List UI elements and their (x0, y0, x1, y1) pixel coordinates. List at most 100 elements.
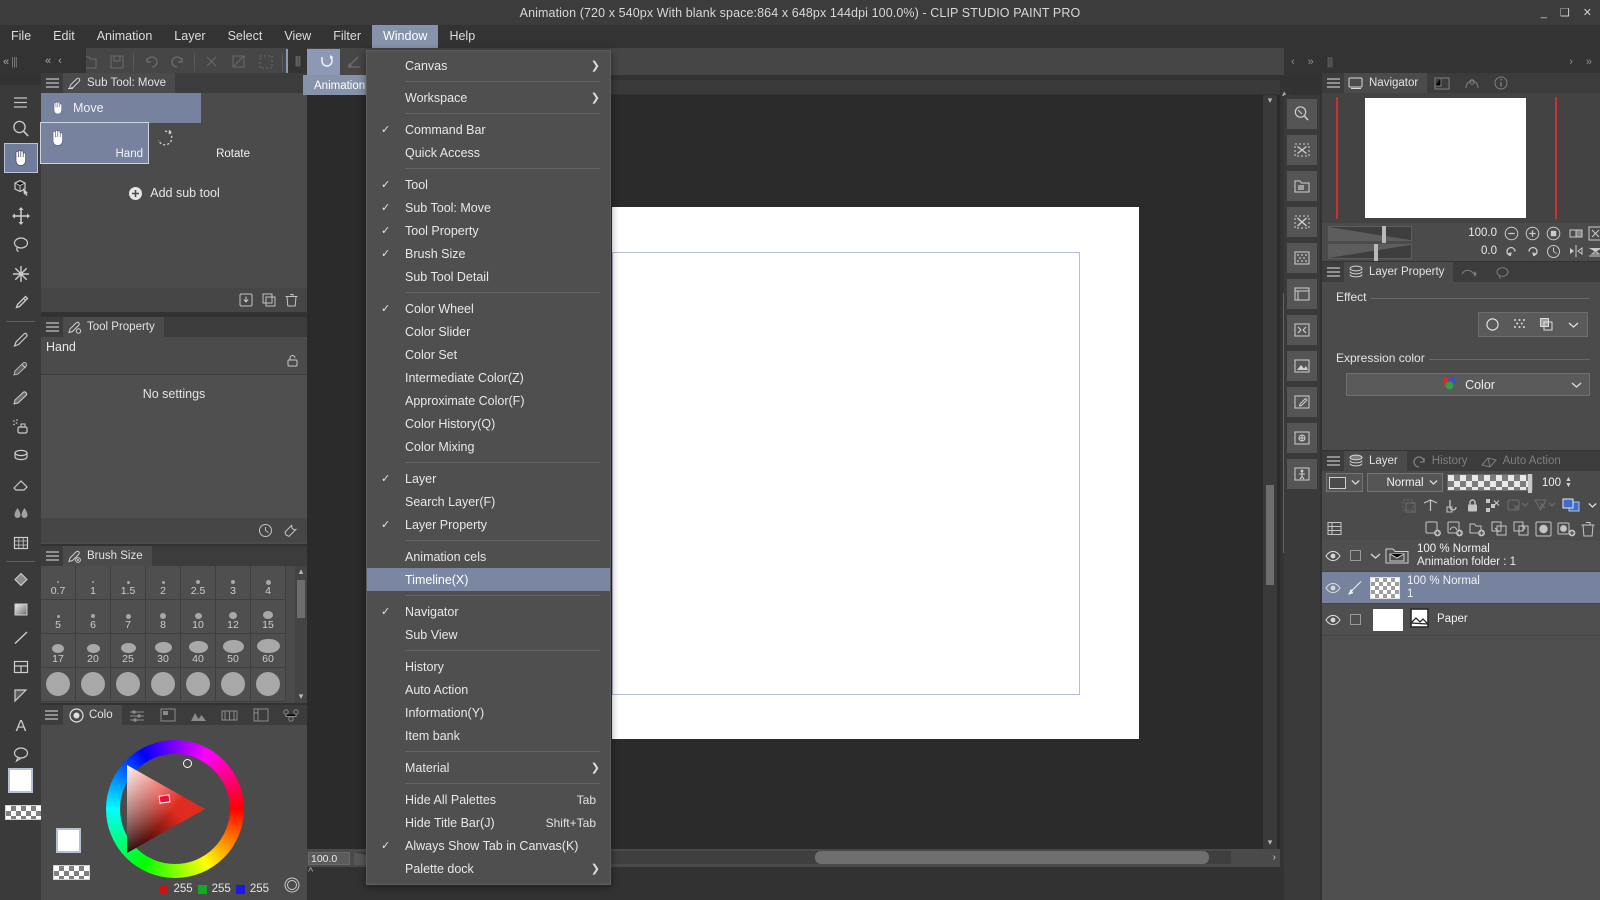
window-menu-item-intermediate-color-z[interactable]: Intermediate Color(Z) (367, 366, 610, 389)
move-layer-tool[interactable] (5, 202, 37, 230)
wrench-icon[interactable] (283, 523, 298, 538)
sub-tool-rotate[interactable]: Rotate (148, 123, 255, 163)
apply-mask-icon[interactable] (1557, 521, 1576, 537)
color-wheel-tab[interactable]: Colo (62, 705, 122, 725)
eye-icon[interactable] (1322, 582, 1344, 594)
window-dropdown-menu[interactable]: Canvas ❯ Workspace ❯ ✓ Command Bar Quick Acces… (366, 50, 611, 885)
window-menu-item-hide-all-palettes[interactable]: Hide All Palettes Tab (367, 788, 610, 811)
layer-color-swatch[interactable] (1326, 473, 1363, 492)
window-menu-item-always-show-tab-in-canvas-k[interactable]: ✓ Always Show Tab in Canvas(K) (367, 834, 610, 857)
menu-window[interactable]: Window (371, 25, 439, 48)
eraser-tool[interactable] (5, 471, 37, 499)
gradient-tool[interactable] (5, 595, 37, 623)
show-hide-transparent-icon[interactable] (1507, 498, 1529, 513)
eye-icon[interactable] (1322, 614, 1344, 626)
brush-size-cell[interactable]: 25 (111, 634, 146, 668)
brush-size-cell[interactable]: 50 (216, 634, 251, 668)
reset-icon[interactable] (258, 523, 273, 538)
window-menu-item-palette-dock[interactable]: Palette dock ❯ (367, 857, 610, 880)
airbrush-tool[interactable] (5, 413, 37, 441)
brush-size-cell[interactable]: 8 (146, 600, 181, 634)
hand-tool[interactable] (3, 143, 38, 173)
color-slider-tab[interactable] (121, 705, 153, 725)
brush-tool[interactable] (5, 384, 37, 412)
color-panel-hamburger-icon[interactable] (41, 705, 63, 725)
navigator-reset-rotation-icon[interactable] (1546, 244, 1561, 262)
brush-size-cell[interactable]: 17 (41, 634, 76, 668)
sub-tool-hamburger-icon[interactable] (41, 73, 63, 93)
color-mixing-tab[interactable] (245, 705, 277, 725)
navigator-preview[interactable] (1322, 93, 1600, 223)
effect-border-icon[interactable] (1533, 313, 1560, 336)
brush-size-cell[interactable]: 12 (216, 600, 251, 634)
menu-layer[interactable]: Layer (163, 25, 216, 48)
clear-selection-icon[interactable] (1287, 135, 1317, 165)
sub-view-tab[interactable] (1427, 73, 1458, 93)
shrink-selection-icon[interactable] (1287, 315, 1317, 345)
window-menu-item-layer-property[interactable]: ✓ Layer Property (367, 513, 610, 536)
menu-file[interactable]: File (0, 25, 42, 48)
right-dock-grip[interactable]: ||| (1327, 56, 1334, 68)
material-tab[interactable] (276, 705, 308, 725)
gradient-mesh-tool[interactable] (5, 529, 37, 557)
transfer-to-lower-layer-icon[interactable] (1491, 521, 1508, 536)
clip-at-layer-below-icon[interactable] (1401, 498, 1417, 513)
scroll-up-arrow[interactable]: ▾ (1268, 95, 1273, 108)
window-menu-item-layer[interactable]: ✓ Layer (367, 467, 610, 490)
delete-selection-icon[interactable] (1287, 207, 1317, 237)
sub-tool-hand[interactable]: Hand (40, 122, 149, 164)
window-menu-item-color-mixing[interactable]: Color Mixing (367, 435, 610, 458)
pen-tool[interactable] (5, 326, 37, 354)
color-history-tab[interactable] (214, 705, 246, 725)
search-layer-tab[interactable] (1487, 262, 1519, 282)
timeline-expand-icon[interactable]: ^ (308, 866, 313, 878)
navigator-hamburger-icon[interactable] (1322, 73, 1344, 93)
dock-expand-icon[interactable]: » (1586, 56, 1600, 68)
layer-property-hamburger-icon[interactable] (1322, 262, 1344, 282)
navigator-flip-vertical-icon[interactable] (1588, 244, 1600, 261)
navigator-zoom-knob[interactable] (1382, 226, 1386, 243)
redo-icon[interactable] (164, 49, 191, 75)
blend-mode-select[interactable]: Normal (1367, 473, 1443, 492)
decoration-tool[interactable] (5, 442, 37, 470)
window-menu-item-navigator[interactable]: ✓ Navigator (367, 600, 610, 623)
menu-help[interactable]: Help (438, 25, 486, 48)
brush-size-tab[interactable]: Brush Size (63, 546, 152, 566)
layer-mask-checkbox[interactable] (1344, 550, 1367, 561)
history-tab[interactable]: History (1406, 451, 1477, 471)
tool-property-hamburger-icon[interactable] (41, 317, 63, 337)
window-menu-item-canvas[interactable]: Canvas ❯ (367, 54, 610, 77)
menu-animation[interactable]: Animation (86, 25, 164, 48)
collapse-left-icon[interactable]: « (3, 56, 9, 68)
brush-scroll-down-icon[interactable]: ▾ (299, 691, 304, 703)
brush-size-cell[interactable]: 2 (146, 566, 181, 600)
brush-size-cell[interactable]: 7 (111, 600, 146, 634)
menu-select[interactable]: Select (217, 25, 274, 48)
layer-row[interactable]: 100 % Normal 1 (1322, 572, 1600, 604)
window-menu-item-brush-size[interactable]: ✓ Brush Size (367, 242, 610, 265)
brush-size-cell[interactable]: 6 (76, 600, 111, 634)
balloon-tool[interactable] (5, 740, 37, 768)
brush-size-cell[interactable] (216, 668, 251, 702)
lock-layer-icon[interactable] (1465, 498, 1480, 513)
close-button[interactable]: ✕ (1583, 6, 1592, 19)
brush-size-cell[interactable]: 4 (251, 566, 286, 600)
tool-property-tab[interactable]: Tool Property (63, 317, 164, 337)
ruler-tool[interactable] (5, 682, 37, 710)
animation-cels-tab[interactable] (1453, 262, 1488, 282)
menu-edit[interactable]: Edit (42, 25, 86, 48)
brush-size-cell[interactable]: 5 (41, 600, 76, 634)
intermediate-color-tab[interactable] (183, 705, 215, 725)
navigator-rotate-slider[interactable] (1328, 244, 1412, 261)
canvas-paper[interactable] (612, 207, 1139, 739)
text-tool[interactable]: A (5, 711, 37, 739)
brush-size-cell[interactable]: 10 (181, 600, 216, 634)
back-subtool-icon[interactable]: ‹ (58, 55, 62, 67)
hue-marker[interactable] (158, 794, 171, 804)
window-menu-item-quick-access[interactable]: Quick Access (367, 141, 610, 164)
layer-property-tab[interactable]: Layer Property (1344, 262, 1454, 282)
combine-to-lower-layer-icon[interactable] (1513, 521, 1530, 536)
copy-icon[interactable] (225, 49, 252, 75)
navigator-tab[interactable]: Navigator (1344, 73, 1428, 93)
expand-folder-chevron-icon[interactable] (1367, 552, 1384, 560)
